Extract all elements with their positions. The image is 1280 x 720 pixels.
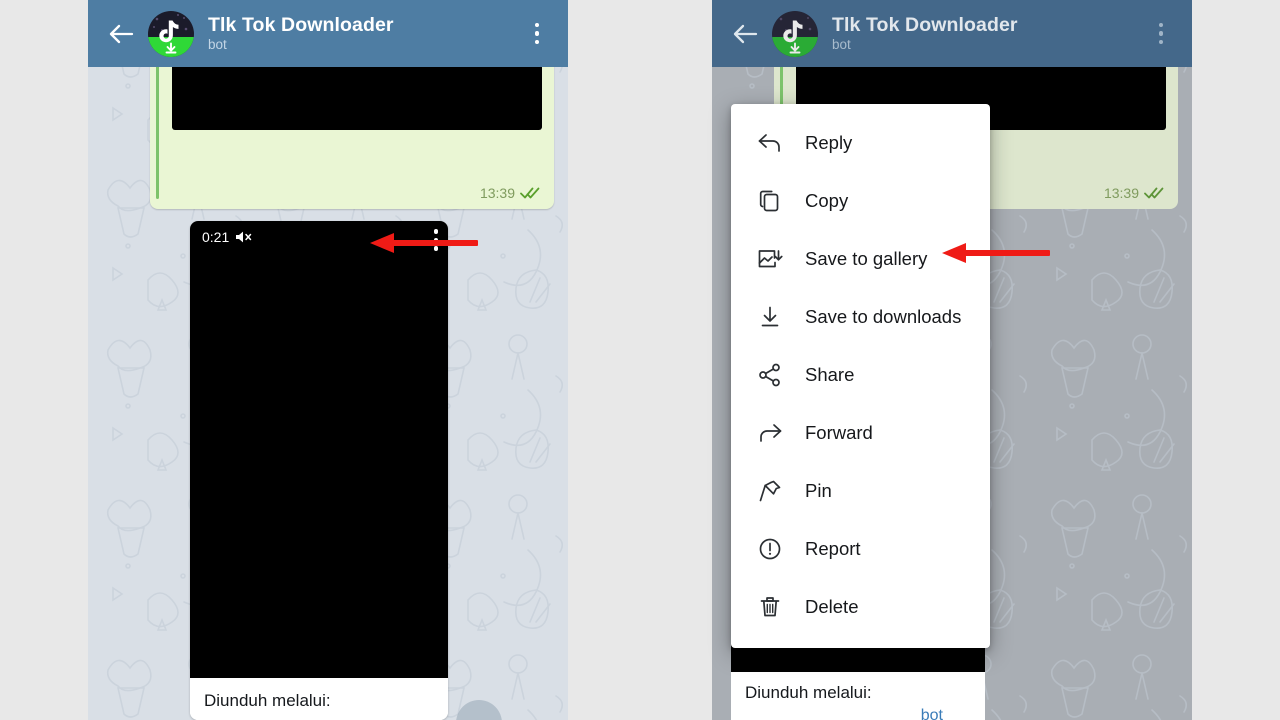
share-nodes-icon bbox=[755, 360, 785, 390]
video-message-card[interactable]: 0:21 Diunduh melalui: bbox=[190, 221, 448, 720]
download-icon bbox=[755, 302, 785, 332]
context-menu-label: Report bbox=[805, 538, 861, 559]
context-menu-item-copy[interactable]: Copy bbox=[731, 172, 990, 230]
exclamation-circle-icon bbox=[755, 534, 785, 564]
back-button[interactable] bbox=[104, 17, 138, 51]
double-check-icon bbox=[520, 187, 540, 199]
video-duration: 0:21 bbox=[202, 229, 230, 245]
header-overflow-menu-button[interactable] bbox=[1146, 17, 1176, 51]
context-menu-item-delete[interactable]: Delete bbox=[731, 578, 990, 636]
message-timestamp: 13:39 bbox=[1103, 185, 1139, 201]
phone-panel-left: 13:39 0:21 Diunduh melalui: Tlk Tok Down… bbox=[88, 0, 568, 720]
context-menu-label: Pin bbox=[805, 480, 832, 501]
chat-title: Tlk Tok Downloader bbox=[208, 14, 394, 36]
caption-link[interactable]: bot bbox=[921, 707, 943, 720]
message-meta: 13:39 bbox=[1104, 185, 1164, 201]
image-download-icon bbox=[755, 244, 785, 274]
avatar[interactable] bbox=[772, 10, 818, 57]
caption-text: Diunduh melalui: bbox=[204, 691, 331, 710]
header-text: Tlk Tok Downloader bot bbox=[208, 14, 522, 53]
video-duration-badge: 0:21 bbox=[202, 229, 253, 245]
context-menu-item-report[interactable]: Report bbox=[731, 520, 990, 578]
chat-header-left: Tlk Tok Downloader bot bbox=[88, 0, 568, 67]
copy-icon bbox=[755, 186, 785, 216]
speaker-muted-icon bbox=[236, 231, 252, 243]
annotation-arrow-to-video-menu bbox=[370, 233, 478, 253]
chat-subtitle: bot bbox=[832, 37, 851, 52]
message-context-menu: Reply Copy Save to gallery Save to downl… bbox=[731, 104, 990, 648]
kebab-dot bbox=[534, 22, 540, 28]
arrow-left-icon bbox=[109, 24, 134, 43]
message-timestamp: 13:39 bbox=[479, 185, 515, 201]
kebab-dot bbox=[1158, 22, 1164, 28]
back-button[interactable] bbox=[728, 17, 762, 51]
context-menu-label: Reply bbox=[805, 132, 853, 153]
context-menu-item-share[interactable]: Share bbox=[731, 346, 990, 404]
arrow-left-icon bbox=[733, 24, 758, 43]
message-caption: Diunduh melalui: bbox=[190, 678, 448, 720]
video-player[interactable]: 0:21 bbox=[190, 221, 448, 678]
tiktok-download-avatar bbox=[779, 16, 812, 53]
screenshot-stage: 13:39 0:21 Diunduh melalui: Tlk Tok Down… bbox=[0, 0, 1280, 720]
caption-text: Diunduh melalui: bbox=[745, 683, 872, 702]
chat-header-right: Tlk Tok Downloader bot bbox=[712, 0, 1192, 67]
avatar[interactable] bbox=[148, 10, 194, 57]
trash-icon bbox=[755, 592, 785, 622]
forward-arrow-icon bbox=[755, 418, 785, 448]
annotation-arrow-to-save-to-gallery bbox=[942, 243, 1050, 263]
reply-arrow-icon bbox=[755, 128, 785, 158]
header-text: Tlk Tok Downloader bot bbox=[832, 14, 1146, 53]
chat-title: Tlk Tok Downloader bbox=[832, 14, 1018, 36]
header-overflow-menu-button[interactable] bbox=[522, 17, 552, 51]
pin-icon bbox=[755, 476, 785, 506]
context-menu-item-pin[interactable]: Pin bbox=[731, 462, 990, 520]
kebab-dot bbox=[534, 39, 540, 45]
double-check-icon bbox=[1144, 187, 1164, 199]
message-caption-right: Diunduh melalui: bot bbox=[731, 672, 985, 720]
context-menu-item-save-to-downloads[interactable]: Save to downloads bbox=[731, 288, 990, 346]
tiktok-download-avatar bbox=[153, 13, 188, 53]
context-menu-label: Copy bbox=[805, 190, 849, 211]
context-menu-label: Forward bbox=[805, 422, 873, 443]
context-menu-label: Share bbox=[805, 364, 855, 385]
message-meta: 13:39 bbox=[480, 185, 540, 201]
context-menu-label: Save to gallery bbox=[805, 248, 928, 269]
kebab-dot bbox=[1158, 39, 1164, 45]
context-menu-item-forward[interactable]: Forward bbox=[731, 404, 990, 462]
kebab-dot bbox=[1158, 31, 1164, 36]
context-menu-label: Save to downloads bbox=[805, 306, 962, 327]
context-menu-label: Delete bbox=[805, 596, 859, 617]
kebab-dot bbox=[534, 31, 540, 36]
chat-subtitle: bot bbox=[208, 37, 227, 52]
context-menu-item-reply[interactable]: Reply bbox=[731, 114, 990, 172]
